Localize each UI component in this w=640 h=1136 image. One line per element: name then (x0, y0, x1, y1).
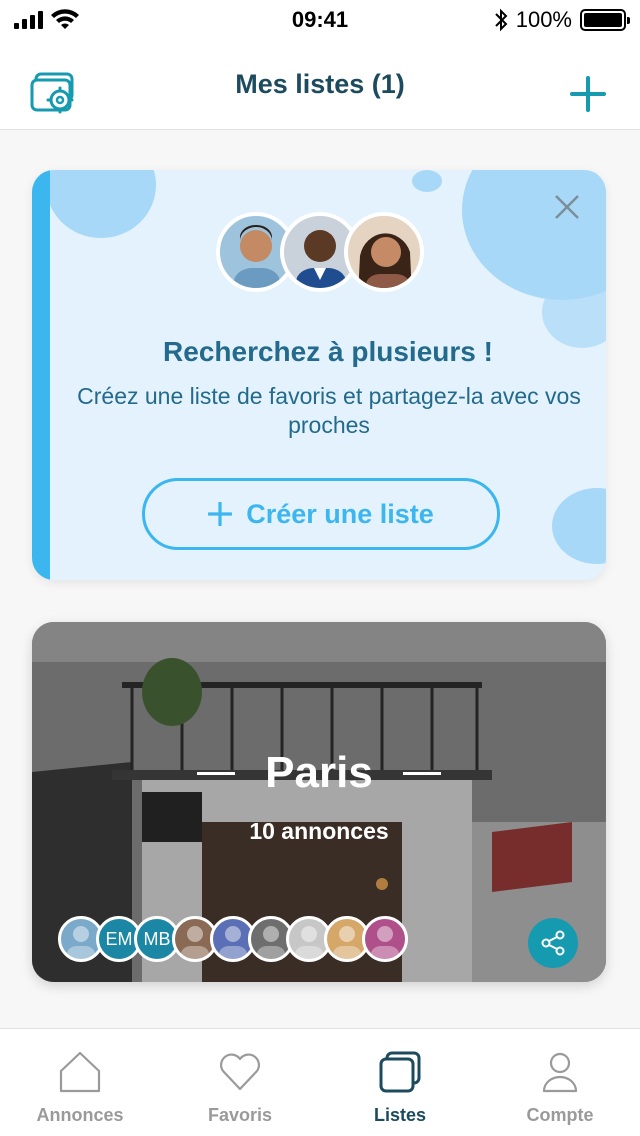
lists-icon (379, 1051, 421, 1093)
list-title-row: Paris (32, 748, 606, 798)
home-icon (59, 1051, 101, 1093)
create-list-label: Créer une liste (246, 498, 434, 529)
list-count: 10 annonces (249, 818, 389, 844)
title-dash (402, 771, 441, 775)
plus-icon (570, 76, 606, 112)
title-dash (197, 771, 236, 775)
promo-card: Recherchez à plusieurs ! Créez une liste… (32, 170, 606, 580)
share-list-button[interactable] (528, 918, 578, 968)
user-icon (542, 1052, 578, 1093)
page-title: Mes listes (1) (235, 69, 405, 99)
wifi-icon (51, 9, 79, 29)
status-right: 100% (494, 7, 630, 33)
member-avatars: EM MB (58, 916, 408, 962)
tab-label: Annonces (36, 1105, 124, 1125)
promo-accent-stripe (32, 170, 50, 580)
share-icon (541, 930, 565, 956)
list-name: Paris (265, 748, 373, 797)
heart-icon (220, 1053, 260, 1091)
decorative-bubble (412, 170, 442, 192)
tab-compte[interactable]: Compte (480, 1029, 640, 1136)
add-list-button[interactable] (570, 76, 606, 112)
battery-icon (580, 9, 630, 31)
battery-percent: 100% (515, 7, 572, 32)
member-avatar (362, 916, 408, 962)
plus-icon (208, 502, 233, 526)
tab-favoris[interactable]: Favoris (160, 1029, 320, 1136)
avatar (344, 212, 424, 292)
tab-bar: Annonces Favoris Listes Compte (0, 1028, 640, 1136)
close-promo-button[interactable] (554, 194, 580, 220)
tab-listes[interactable]: Listes (320, 1029, 480, 1136)
promo-title: Recherchez à plusieurs ! (163, 336, 493, 367)
signal-icon (14, 11, 43, 29)
tab-label: Compte (526, 1105, 594, 1125)
decorative-bubble (552, 488, 606, 564)
promo-avatars (216, 212, 424, 292)
nav-header: Mes listes (1) (0, 40, 640, 130)
close-icon (555, 195, 579, 219)
promo-description: Créez une liste de favoris et partagez-l… (77, 383, 581, 438)
list-settings-button[interactable] (30, 72, 78, 116)
list-card-paris[interactable]: Paris 10 annonces EM MB (32, 622, 606, 982)
status-time: 09:41 (291, 7, 349, 32)
folder-settings-icon (30, 72, 74, 114)
bluetooth-icon (495, 8, 508, 32)
status-left (14, 9, 79, 31)
tab-label: Listes (373, 1105, 427, 1125)
status-bar: 09:41 100% (0, 0, 640, 40)
create-list-button[interactable]: Créer une liste (142, 478, 500, 550)
tab-label: Favoris (207, 1105, 273, 1125)
tab-annonces[interactable]: Annonces (0, 1029, 160, 1136)
